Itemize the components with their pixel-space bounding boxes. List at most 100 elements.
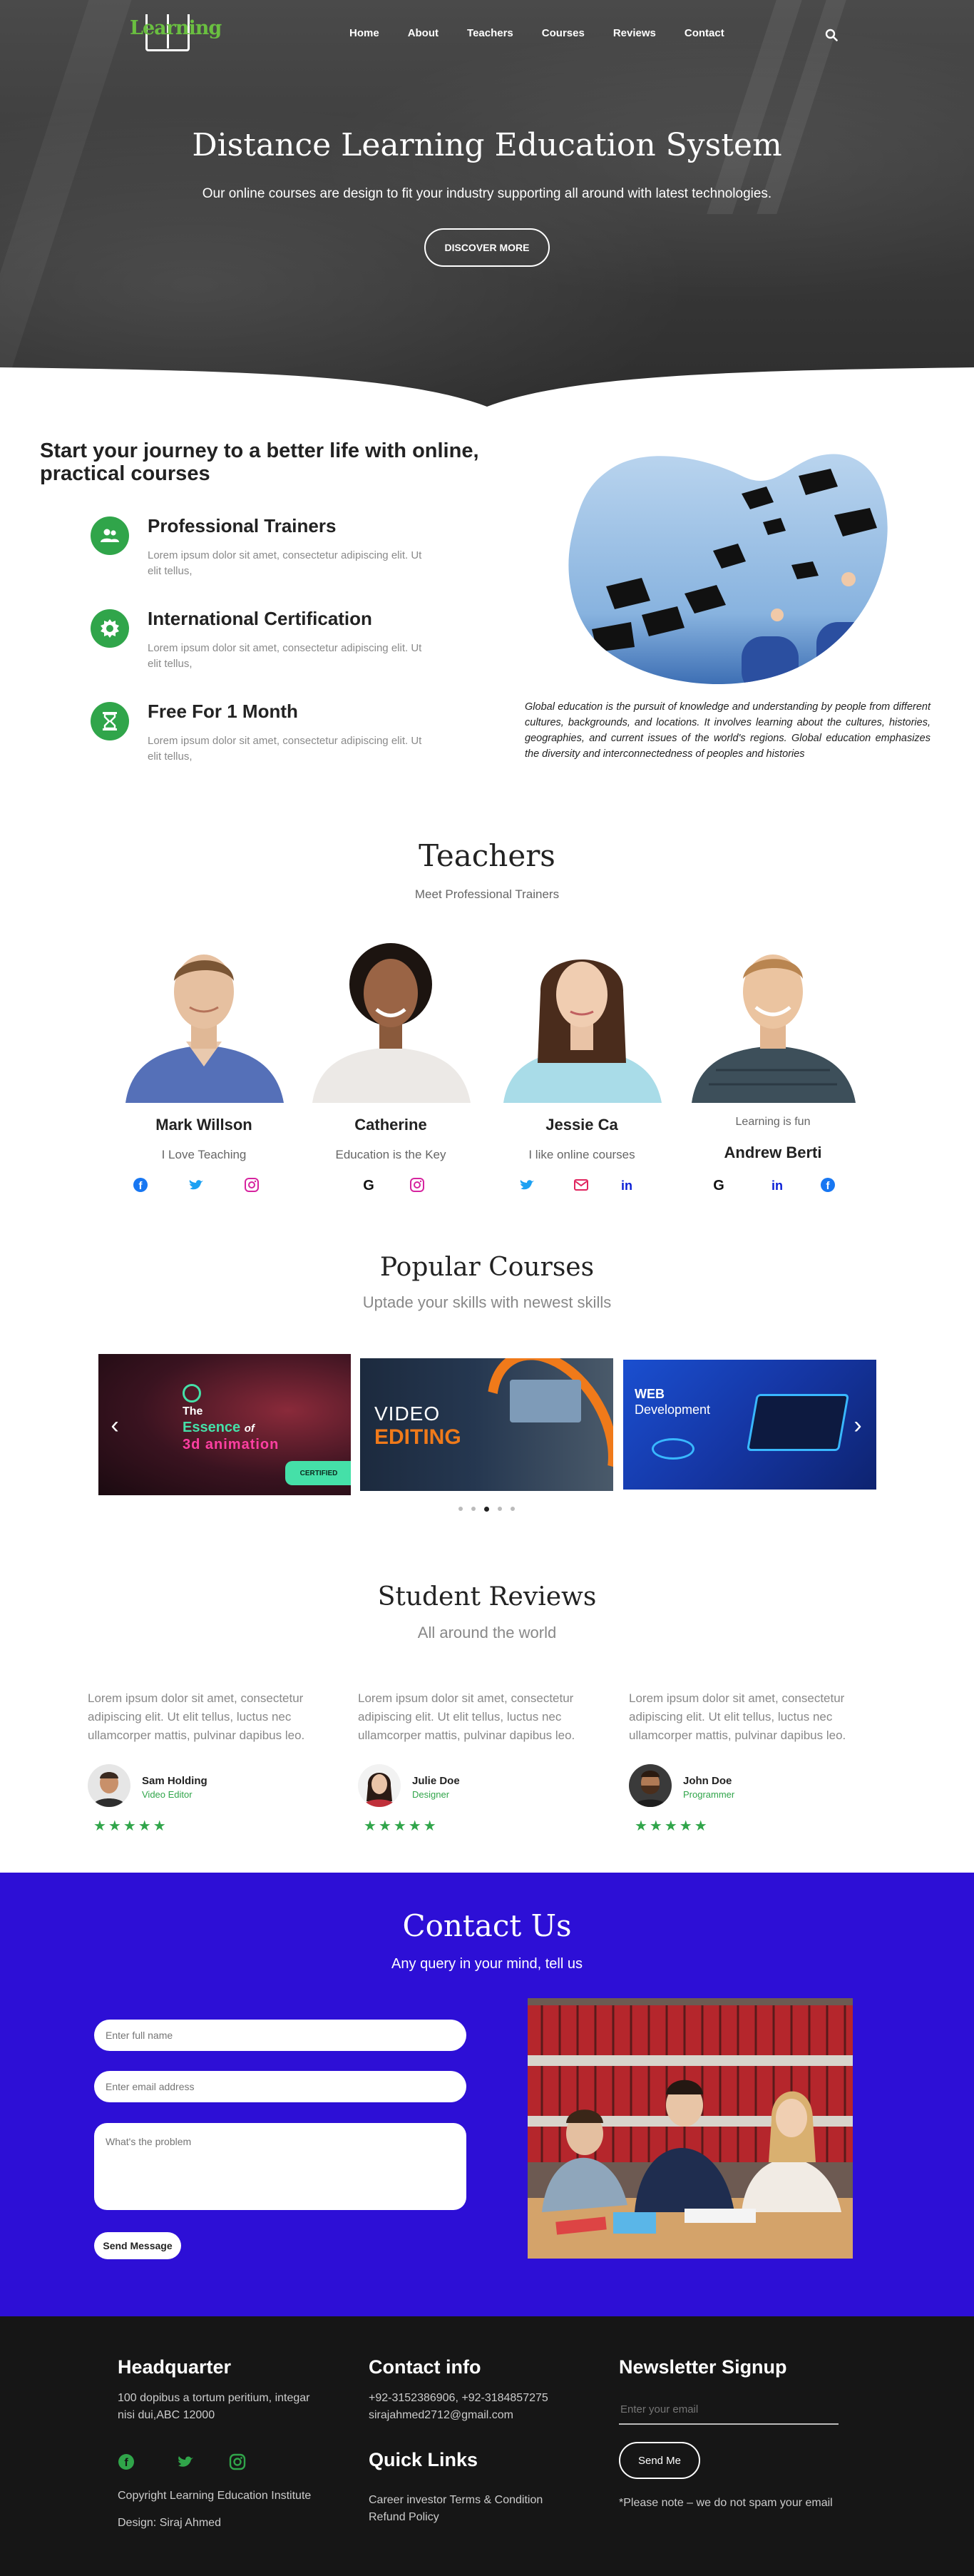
feature-text: Lorem ipsum dolor sit amet, consectetur …: [148, 549, 422, 577]
course-slide-video-editing[interactable]: VIDEO EDITING: [360, 1358, 613, 1491]
avatar: [88, 1764, 130, 1807]
copyright-text: Copyright Learning Education Institute: [118, 2490, 312, 2502]
teacher-tagline: I like online courses: [528, 1148, 635, 1161]
teacher-social-links: G in f: [687, 1177, 858, 1194]
spam-note: *Please note – we do not spam your email: [619, 2497, 833, 2509]
nav-contact[interactable]: Contact: [685, 27, 724, 39]
newsletter-email-input[interactable]: [619, 2395, 839, 2425]
discover-more-button[interactable]: DISCOVER MORE: [424, 228, 550, 267]
refund-policy-link[interactable]: Refund Policy: [369, 2509, 439, 2526]
teacher-card-mark: Mark Willson I Love Teaching f: [118, 942, 289, 1198]
carousel-dot[interactable]: [511, 1507, 515, 1511]
instagram-icon[interactable]: [244, 1177, 260, 1193]
logo-text: Learning: [130, 17, 222, 39]
carousel-dot[interactable]: [471, 1507, 476, 1511]
contact-email[interactable]: sirajahmed2712@gmail.com: [369, 2407, 513, 2424]
carousel-dot[interactable]: [458, 1507, 463, 1511]
instagram-icon[interactable]: [229, 2453, 246, 2470]
svg-text:in: in: [621, 1178, 632, 1193]
nav-reviews[interactable]: Reviews: [613, 27, 656, 39]
svg-text:G: G: [713, 1178, 724, 1193]
nav-home[interactable]: Home: [349, 27, 379, 39]
nav-courses[interactable]: Courses: [542, 27, 585, 39]
course-text: 3d animation: [183, 1437, 280, 1452]
twitter-icon[interactable]: [519, 1177, 535, 1193]
hero-bg-stripe: [0, 0, 132, 371]
global-education-quote: Global education is the pursuit of knowl…: [525, 701, 931, 760]
reviewer-name: Julie Doe: [412, 1775, 460, 1787]
facebook-icon[interactable]: f: [133, 1177, 148, 1193]
carousel-dots: [458, 1507, 515, 1512]
site-footer: Headquarter 100 dopibus a tortum peritiu…: [0, 2316, 974, 2576]
hourglass-icon: [91, 702, 129, 740]
decorative-swoosh: [460, 1358, 613, 1491]
teacher-social-links: in: [496, 1177, 667, 1194]
feature-title: Professional Trainers: [148, 515, 337, 536]
course-slide-web-development[interactable]: WEB Development: [623, 1360, 876, 1490]
hero-section: Learning Home About Teachers Courses Rev…: [0, 0, 974, 407]
teacher-card-jessie: Jessie Ca I like online courses in: [496, 942, 667, 1198]
reviewer-role: Designer: [412, 1789, 450, 1800]
feature-text: Lorem ipsum dolor sit amet, consectetur …: [148, 642, 422, 670]
reviewer-role: Video Editor: [142, 1789, 193, 1800]
google-icon[interactable]: G: [361, 1177, 376, 1193]
carousel-dot-active[interactable]: [484, 1507, 489, 1512]
terms-link[interactable]: Career investor Terms & Condition: [369, 2492, 543, 2509]
facebook-icon[interactable]: f: [820, 1177, 836, 1193]
hero-wave-divider: [0, 367, 974, 407]
email-icon[interactable]: [573, 1177, 589, 1193]
graduation-image: [563, 444, 891, 686]
facebook-icon[interactable]: f: [118, 2453, 135, 2470]
newsletter-title: Newsletter Signup: [619, 2356, 787, 2378]
linkedin-icon[interactable]: in: [769, 1177, 785, 1193]
laptop-shape: [746, 1394, 850, 1451]
rating-stars: ★★★★★: [635, 1818, 709, 1834]
google-icon[interactable]: G: [711, 1177, 727, 1193]
carousel-next-arrow[interactable]: ›: [849, 1413, 867, 1437]
reviewer-name: John Doe: [683, 1775, 732, 1787]
full-name-field[interactable]: [94, 2020, 466, 2051]
contact-title: Contact Us: [402, 1908, 572, 1943]
svg-text:G: G: [363, 1178, 374, 1193]
twitter-icon[interactable]: [177, 2453, 194, 2470]
certificate-icon: [91, 609, 129, 648]
review-text: Lorem ipsum dolor sit amet, consectetur …: [358, 1691, 575, 1742]
nav-teachers[interactable]: Teachers: [467, 27, 513, 39]
teacher-photo: [496, 942, 667, 1103]
cloud-shape: [652, 1438, 694, 1460]
carousel-prev-arrow[interactable]: ‹: [106, 1413, 124, 1437]
review-text: Lorem ipsum dolor sit amet, consectetur …: [88, 1691, 305, 1742]
nav-about[interactable]: About: [408, 27, 439, 39]
email-field[interactable]: [94, 2071, 466, 2102]
hq-address: 100 dopibus a tortum peritium, integar n…: [118, 2392, 310, 2421]
course-text: EDITING: [374, 1425, 461, 1449]
phone-numbers: +92-3152386906, +92-3184857275: [369, 2392, 548, 2404]
linkedin-icon[interactable]: in: [619, 1177, 635, 1193]
teacher-card-andrew: Learning is fun Andrew Berti G in f: [687, 942, 858, 1198]
feature-international-certification: International Certification Lorem ipsum …: [91, 608, 461, 686]
teacher-name: Mark Willson: [155, 1116, 252, 1134]
teachers-subtitle: Meet Professional Trainers: [414, 887, 560, 901]
twitter-icon[interactable]: [188, 1177, 204, 1193]
hero-subtitle: Our online courses are design to fit you…: [202, 186, 772, 201]
rating-stars: ★★★★★: [364, 1818, 439, 1834]
teacher-tagline: Learning is fun: [735, 1116, 811, 1128]
site-logo[interactable]: Learning: [130, 14, 222, 51]
users-icon: [91, 516, 129, 555]
review-card: Lorem ipsum dolor sit amet, consectetur …: [629, 1689, 871, 1846]
carousel-dot[interactable]: [498, 1507, 502, 1511]
feature-title: International Certification: [148, 608, 372, 629]
send-me-button[interactable]: Send Me: [619, 2442, 700, 2479]
journey-title: Start your journey to a better life with…: [40, 439, 479, 485]
avatar: [629, 1764, 672, 1807]
instagram-icon[interactable]: [409, 1177, 425, 1193]
send-message-button[interactable]: Send Message: [94, 2232, 181, 2259]
svg-text:in: in: [771, 1178, 783, 1193]
main-nav: Home About Teachers Courses Reviews Cont…: [349, 27, 724, 39]
courses-subtitle: Uptade your skills with newest skills: [362, 1293, 612, 1311]
search-icon[interactable]: [825, 29, 838, 41]
avatar: [358, 1764, 401, 1807]
problem-field[interactable]: [94, 2123, 466, 2210]
course-text: Development: [635, 1402, 711, 1417]
course-slide-3d-animation[interactable]: The Essence of 3d animation CERTIFIED: [98, 1354, 351, 1495]
